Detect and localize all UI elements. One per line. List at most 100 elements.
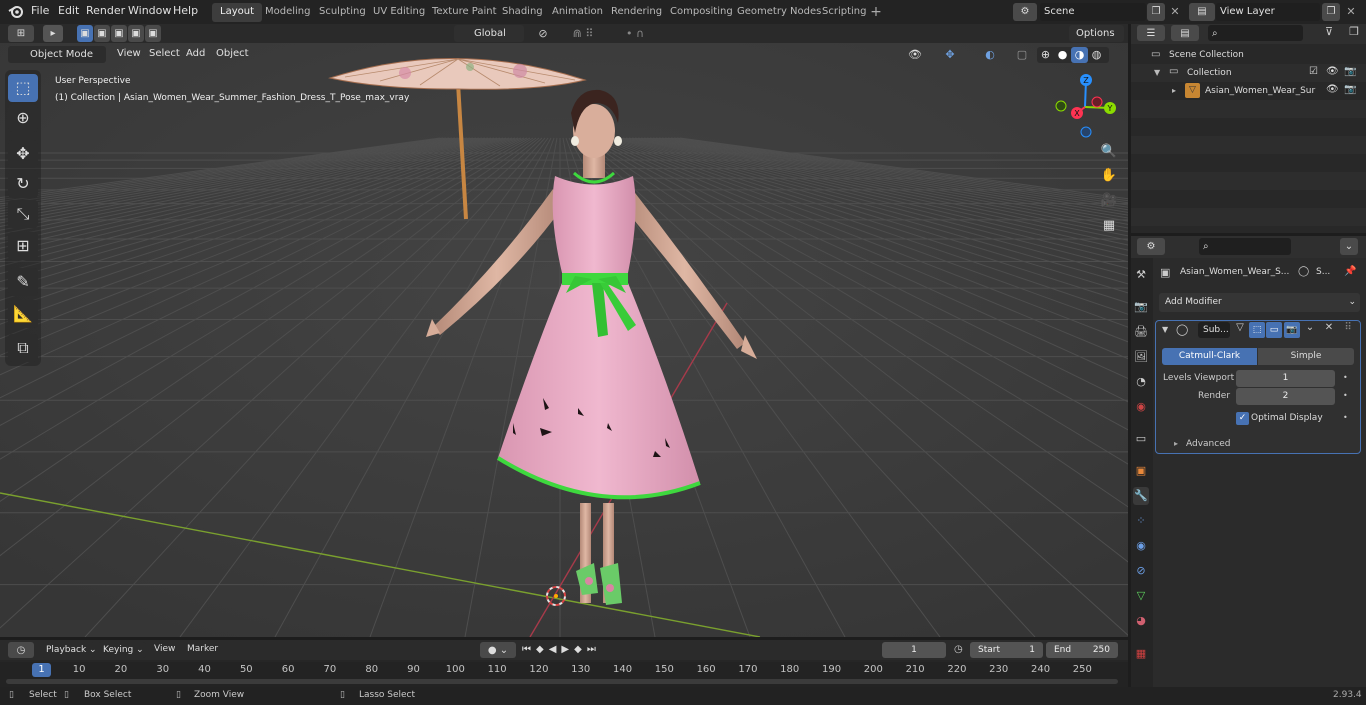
overlays-toggle-icon[interactable]: ◐ [973,46,1007,64]
pin-icon[interactable]: 📌 [1344,266,1356,277]
advanced-subpanel-label[interactable]: Advanced [1186,439,1230,449]
tool-transform-icon[interactable]: ⊞ [8,232,38,260]
levels-viewport-keyframe-icon[interactable]: • [1343,373,1348,382]
timeline-view-menu[interactable]: View [154,644,175,654]
menu-render[interactable]: Render [86,0,125,24]
object-expand-icon[interactable]: ▸ [1172,86,1176,95]
pan-hand-icon[interactable]: ✋ [1097,165,1121,187]
object-mode-dropdown[interactable]: Object Mode [8,46,106,63]
timeline-marker-menu[interactable]: Marker [187,644,218,654]
pivot-point-icon[interactable]: ⊘ [530,25,556,42]
tab-output-icon[interactable]: 🖨 [1133,323,1149,341]
tab-render-icon[interactable]: 📷 [1133,298,1149,316]
new-view-layer-icon[interactable]: ❐ [1322,3,1340,21]
outliner-editor-icon[interactable]: ☰ [1137,25,1165,41]
object-camera-icon[interactable]: 📷 [1344,84,1356,95]
object-eye-icon[interactable]: 👁 [1326,84,1339,95]
tool-cursor-icon[interactable]: ⊕ [8,104,38,132]
timeline-scrollbar[interactable] [6,679,1118,684]
tab-tool-icon[interactable]: ⚒ [1133,266,1149,284]
render-levels-field[interactable]: 2 [1236,388,1335,405]
select-tool-icon[interactable]: ▸ [43,25,63,42]
edit-mode-icon[interactable]: ⬚ [1249,322,1265,338]
jump-end-icon[interactable]: ⏭ [587,644,601,655]
tool-move-icon[interactable]: ✥ [8,140,38,168]
wireframe-shading-icon[interactable]: ⊕ [1037,47,1054,63]
zoom-icon[interactable]: 🔍 [1097,141,1121,163]
end-frame-field[interactable]: End 250 [1046,642,1118,658]
render-levels-keyframe-icon[interactable]: • [1343,391,1348,400]
drag-handle-icon[interactable]: ⠿ [1341,322,1355,338]
render-toggle-icon[interactable]: 📷 [1284,322,1300,338]
display-mode-icon[interactable]: ▤ [1171,25,1199,41]
keying-dropdown[interactable]: Keying ⌄ [98,642,146,658]
gizmo-toggle-icon[interactable]: ✥ [933,46,967,64]
menu-select[interactable]: Select [144,46,185,64]
record-icon[interactable]: ● ⌄ [480,642,516,658]
object-label[interactable]: Asian_Women_Wear_Sur [1205,86,1315,96]
simple-tab[interactable]: Simple [1258,348,1354,365]
properties-search-input[interactable]: ⌕ [1199,238,1291,255]
filter-icon[interactable]: ⊽ [1316,25,1342,41]
select-invert-icon[interactable]: ▣ [128,25,144,42]
menu-add[interactable]: Add [181,46,210,64]
editor-type-icon[interactable]: ⊞ [8,25,34,42]
material-shading-icon[interactable]: ◑ [1071,47,1088,63]
on-cage-icon[interactable]: ▽ [1233,322,1247,338]
perspective-toggle-icon[interactable]: ▦ [1097,215,1121,237]
proportional-edit-icon[interactable]: • ∩ [612,25,658,42]
blender-logo-icon[interactable] [8,4,24,20]
modifier-name-field[interactable]: Sub... [1198,322,1230,338]
optimal-display-checkbox[interactable]: ✓ [1236,412,1249,425]
add-workspace-icon[interactable]: + [868,4,884,20]
play-icon[interactable]: ▶ [561,644,574,655]
tab-layout[interactable]: Layout [212,3,262,22]
add-modifier-dropdown[interactable]: Add Modifier ⌄ [1159,293,1360,312]
tab-particles-icon[interactable]: ⁘ [1133,512,1149,530]
tab-world-icon[interactable]: ◉ [1133,398,1149,416]
modifier-collapse-icon[interactable]: ▼ [1162,325,1168,334]
select-subtract-icon[interactable]: ▣ [111,25,127,42]
prev-keyframe-icon[interactable]: ◆ [536,644,549,655]
realtime-display-icon[interactable]: ▭ [1266,322,1282,338]
tool-select-box-icon[interactable]: ⬚ [8,74,38,102]
catmull-clark-tab[interactable]: Catmull-Clark [1162,348,1257,365]
menu-file[interactable]: File [31,0,49,24]
collection-expand-icon[interactable]: ▼ [1154,68,1160,77]
menu-edit[interactable]: Edit [58,0,79,24]
current-frame-field[interactable]: 1 [882,642,946,658]
transform-orientation-dropdown[interactable]: Global [454,25,524,42]
visibility-icon[interactable]: 👁 [902,46,928,64]
menu-help[interactable]: Help [173,0,198,24]
scene-collection-label[interactable]: Scene Collection [1169,50,1244,60]
select-intersect-icon[interactable]: ▣ [145,25,161,42]
scene-selector-icon[interactable]: ⚙ [1013,3,1037,21]
preview-range-icon[interactable]: ◷ [954,642,968,658]
scene-name-field[interactable]: Scene [1040,3,1146,21]
playback-controls[interactable]: ⏮◆◀▶◆⏭ [522,642,627,658]
tool-rotate-icon[interactable]: ↻ [8,170,38,198]
properties-options-icon[interactable]: ⌄ [1340,238,1358,255]
tab-scene-icon[interactable]: ◔ [1133,373,1149,391]
xray-icon[interactable]: ▢ [1014,46,1030,64]
navigation-gizmo[interactable]: Z Y X [1050,72,1120,142]
tool-annotate-icon[interactable]: ✎ [8,268,38,296]
collection-eye-icon[interactable]: 👁 [1326,66,1339,77]
delete-scene-icon[interactable]: ✕ [1166,3,1184,21]
tool-scale-icon[interactable]: ⤡ [8,200,38,228]
tab-data-icon[interactable]: ▽ [1133,587,1149,605]
levels-viewport-field[interactable]: 1 [1236,370,1335,387]
menu-object[interactable]: Object [211,46,254,64]
start-frame-field[interactable]: Start 1 [970,642,1043,658]
snap-icon[interactable]: ⋒ ⠿ [560,25,606,42]
collection-camera-icon[interactable]: 📷 [1344,66,1356,77]
view-layer-field[interactable]: View Layer [1216,3,1320,21]
tab-material-icon[interactable]: ◕ [1133,612,1149,630]
tab-constraints-icon[interactable]: ⊘ [1133,562,1149,580]
advanced-expand-icon[interactable]: ▸ [1174,439,1178,448]
outliner-search-input[interactable]: ⌕ [1208,25,1303,41]
new-collection-icon[interactable]: ❐ [1346,25,1362,41]
tab-modifier-icon[interactable]: 🔧 [1133,487,1149,505]
new-scene-icon[interactable]: ❐ [1147,3,1165,21]
view-layer-icon[interactable]: ▤ [1189,3,1215,21]
